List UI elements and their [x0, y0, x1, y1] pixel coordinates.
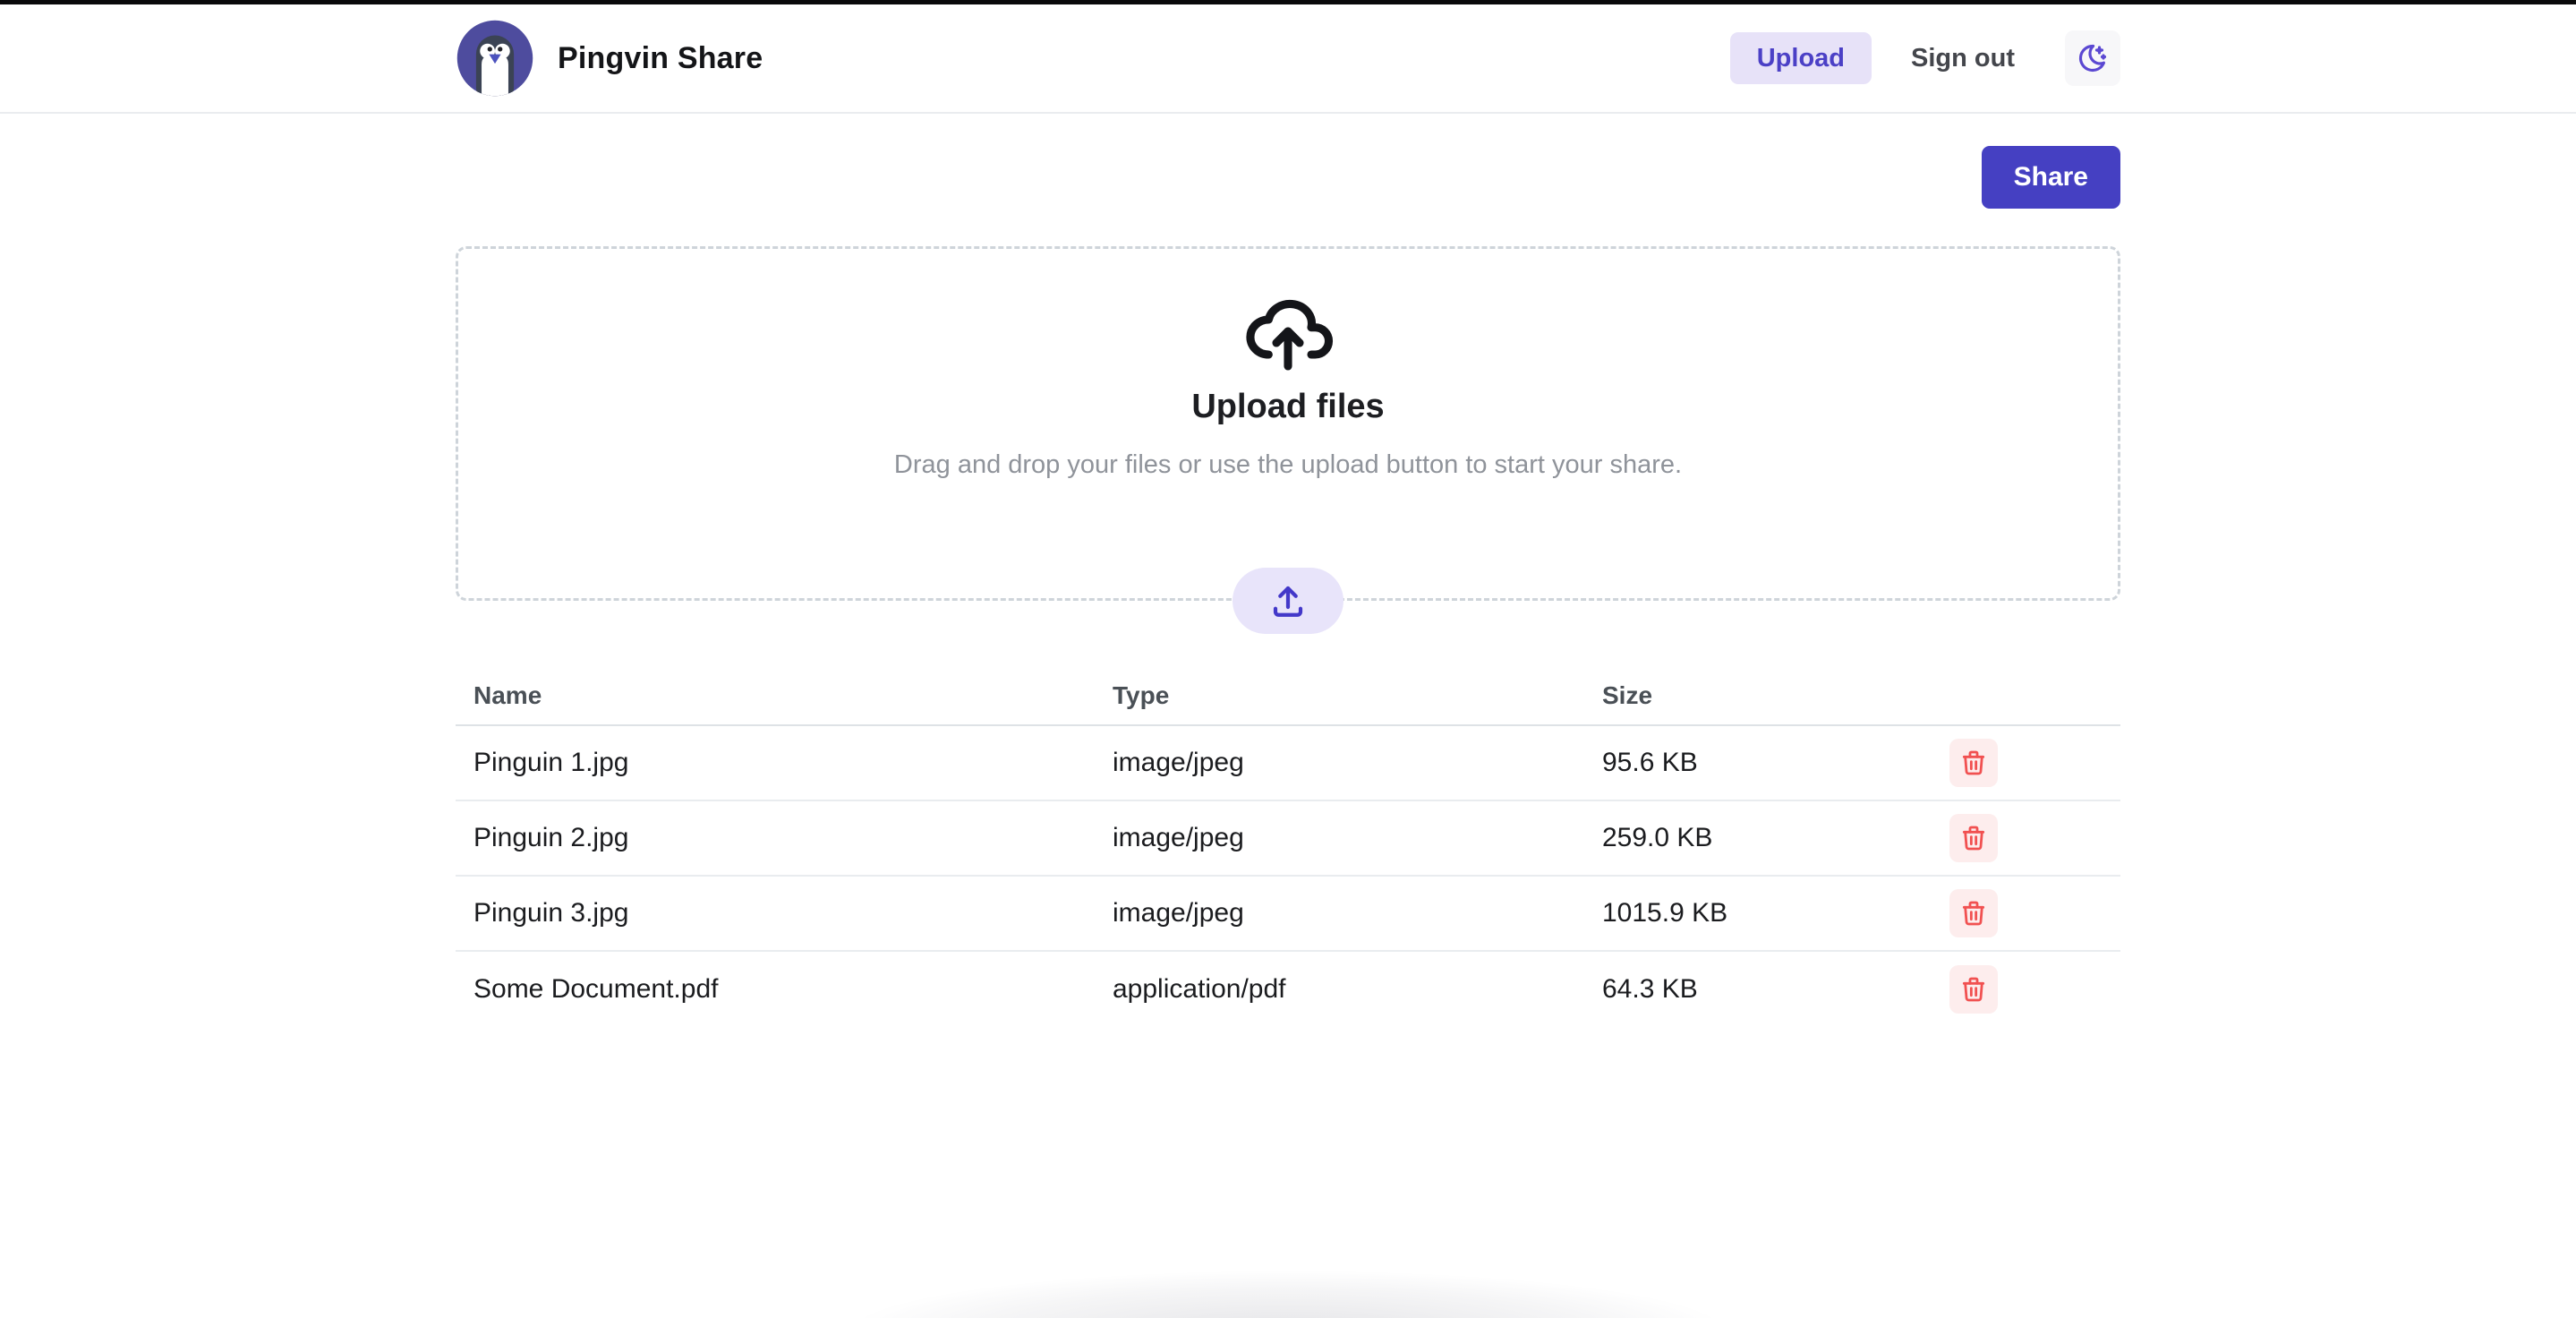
bottom-shadow: [773, 1271, 1803, 1318]
delete-file-button[interactable]: [1949, 889, 1998, 937]
file-name: Pinguin 1.jpg: [456, 725, 1095, 800]
file-size: 259.0 KB: [1584, 800, 1898, 876]
trash-icon: [1959, 824, 1988, 852]
file-name: Some Document.pdf: [456, 951, 1095, 1026]
upload-icon: [1269, 582, 1307, 620]
app-title: Pingvin Share: [558, 41, 763, 76]
file-type: image/jpeg: [1095, 800, 1584, 876]
trash-icon: [1959, 975, 1988, 1004]
file-name: Pinguin 2.jpg: [456, 800, 1095, 876]
header-nav: Upload Sign out: [1730, 30, 2120, 86]
files-table-header-row: Name Type Size: [456, 671, 2120, 725]
column-header-name: Name: [456, 671, 1095, 725]
dropzone-title: Upload files: [458, 388, 2118, 426]
nav-sign-out-button[interactable]: Sign out: [1889, 32, 2036, 84]
table-row: Pinguin 2.jpg image/jpeg 259.0 KB: [456, 800, 2120, 876]
share-button[interactable]: Share: [1982, 146, 2120, 209]
file-name: Pinguin 3.jpg: [456, 876, 1095, 951]
file-dropzone[interactable]: Upload files Drag and drop your files or…: [456, 246, 2120, 601]
file-type: image/jpeg: [1095, 725, 1584, 800]
penguin-logo-icon: [456, 19, 534, 98]
files-table: Name Type Size Pinguin 1.jpg image/jpeg …: [456, 671, 2120, 1026]
trash-icon: [1959, 749, 1988, 777]
file-size: 95.6 KB: [1584, 725, 1898, 800]
dropzone-description: Drag and drop your files or use the uplo…: [458, 450, 2118, 480]
cloud-upload-icon: [1241, 285, 1335, 378]
app-header: Pingvin Share Upload Sign out: [0, 4, 2576, 114]
upload-files-button[interactable]: [1233, 568, 1343, 634]
trash-icon: [1959, 899, 1988, 928]
table-row: Some Document.pdf application/pdf 64.3 K…: [456, 951, 2120, 1026]
theme-toggle-button[interactable]: [2065, 30, 2120, 86]
file-type: image/jpeg: [1095, 876, 1584, 951]
delete-file-button[interactable]: [1949, 814, 1998, 862]
file-size: 64.3 KB: [1584, 951, 1898, 1026]
table-row: Pinguin 3.jpg image/jpeg 1015.9 KB: [456, 876, 2120, 951]
column-header-actions: [1898, 671, 2120, 725]
table-row: Pinguin 1.jpg image/jpeg 95.6 KB: [456, 725, 2120, 800]
brand: Pingvin Share: [456, 19, 763, 98]
main-content: Share Upload files Drag and drop your fi…: [456, 146, 2120, 1026]
delete-file-button[interactable]: [1949, 965, 1998, 1014]
file-size: 1015.9 KB: [1584, 876, 1898, 951]
moon-stars-icon: [2077, 42, 2109, 74]
column-header-size: Size: [1584, 671, 1898, 725]
file-type: application/pdf: [1095, 951, 1584, 1026]
delete-file-button[interactable]: [1949, 739, 1998, 787]
nav-upload-button[interactable]: Upload: [1730, 32, 1872, 84]
column-header-type: Type: [1095, 671, 1584, 725]
